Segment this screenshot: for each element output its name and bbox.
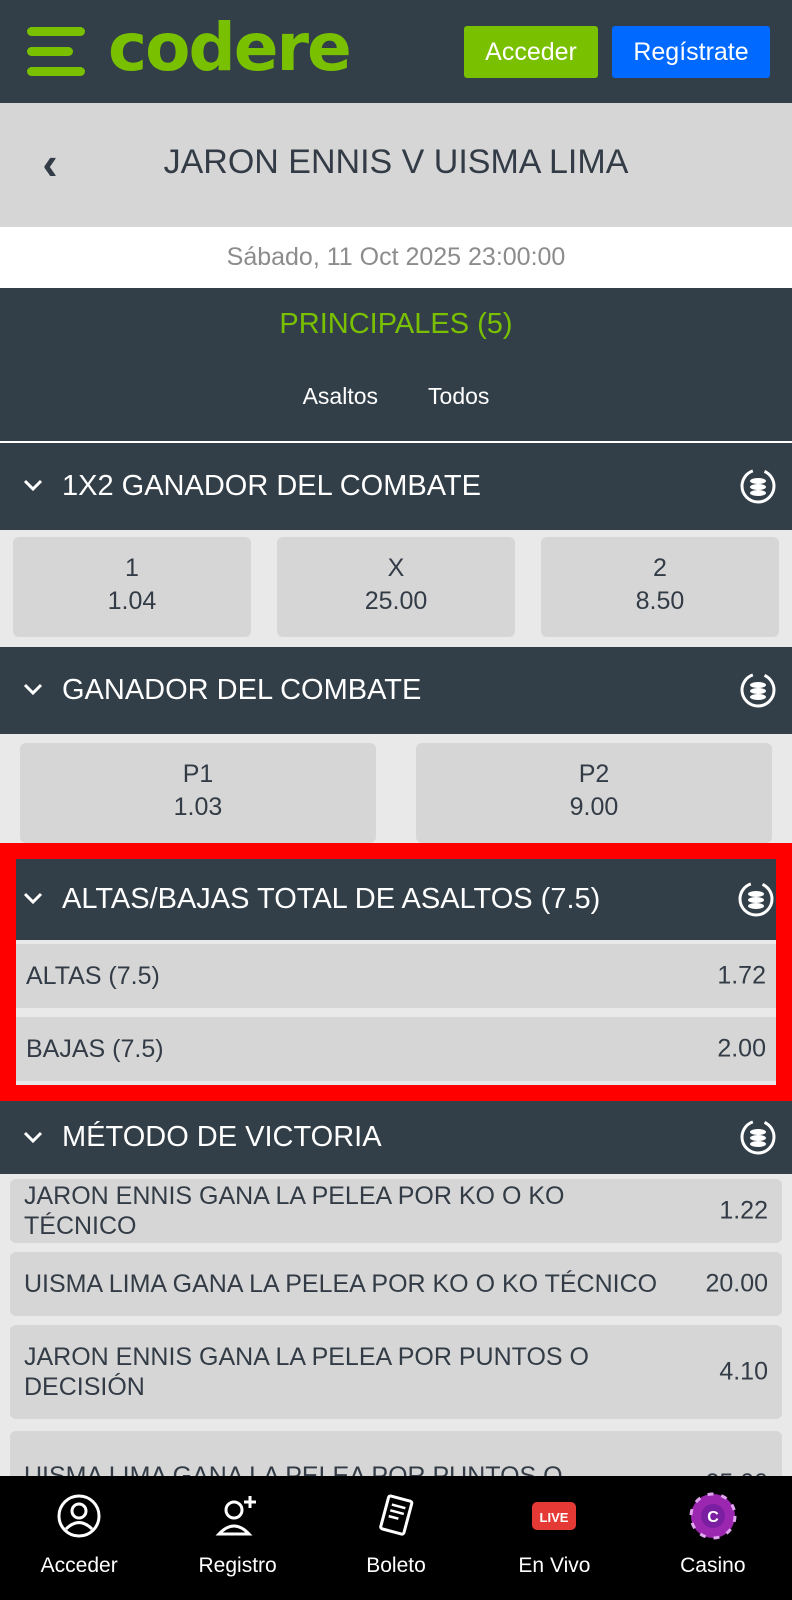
nav-acceder[interactable]: Acceder [0, 1476, 158, 1600]
market-title: MÉTODO DE VICTORIA [62, 1121, 382, 1153]
odds-row-bajas[interactable]: BAJAS (7.5) 2.00 [16, 1017, 776, 1081]
user-icon [57, 1494, 101, 1538]
cashout-icon[interactable] [736, 879, 776, 919]
odds-button-p1[interactable]: P1 1.03 [20, 743, 376, 843]
casino-chip-icon: C [689, 1492, 737, 1540]
odds-button-1[interactable]: 1 1.04 [13, 537, 251, 637]
nav-label: En Vivo [518, 1554, 591, 1577]
chevron-down-icon [23, 479, 43, 492]
top-bar: codere Acceder Regístrate [0, 0, 792, 103]
codere-logo[interactable]: codere [108, 8, 352, 88]
cashout-icon[interactable] [738, 670, 778, 710]
odds-label: 1 [125, 554, 139, 582]
nav-label: Boleto [366, 1554, 426, 1577]
odds-row-method-2[interactable]: UISMA LIMA GANA LA PELEA POR KO O KO TÉC… [10, 1252, 782, 1316]
market-header-altas-bajas[interactable]: ALTAS/BAJAS TOTAL DE ASALTOS (7.5) [16, 858, 776, 940]
event-header: ‹ JARON ENNIS V UISMA LIMA [0, 103, 792, 227]
category-nav: PRINCIPALES (5) Asaltos Todos [0, 288, 792, 441]
odds-label: JARON ENNIS GANA LA PELEA POR KO O KO TÉ… [24, 1182, 565, 1240]
odds-value: 4.10 [719, 1357, 768, 1386]
odds-value: 8.50 [635, 587, 685, 615]
nav-en-vivo[interactable]: LIVE En Vivo [475, 1476, 633, 1600]
odds-value: 1.72 [717, 961, 766, 990]
market-title: 1X2 GANADOR DEL COMBATE [62, 470, 481, 502]
nav-casino[interactable]: C Casino [634, 1476, 792, 1600]
odds-label: P2 [578, 760, 610, 788]
odds-value: 1.03 [173, 793, 223, 821]
odds-label: X [387, 554, 405, 582]
odds-label: JARON ENNIS GANA LA PELEA POR PUNTOS O D… [24, 1343, 589, 1401]
odds-label: UISMA LIMA GANA LA PELEA POR KO O KO TÉC… [24, 1270, 658, 1298]
market-header-ganador[interactable]: GANADOR DEL COMBATE [0, 647, 792, 734]
register-button[interactable]: Regístrate [612, 26, 770, 78]
market-title: GANADOR DEL COMBATE [62, 674, 422, 706]
ticket-icon [379, 1494, 414, 1536]
nav-label: Acceder [40, 1554, 118, 1577]
odds-value: 2.00 [717, 1034, 766, 1063]
odds-row-altas[interactable]: ALTAS (7.5) 1.72 [16, 944, 776, 1008]
live-icon: LIVE [532, 1502, 577, 1530]
subtab-asaltos[interactable]: Asaltos [303, 383, 378, 410]
odds-label: P1 [182, 760, 214, 788]
odds-value: 1.22 [719, 1196, 768, 1225]
chevron-down-icon [23, 1131, 43, 1144]
nav-label: Casino [680, 1554, 746, 1577]
odds-button-2[interactable]: 2 8.50 [541, 537, 779, 637]
odds-label: ALTAS (7.5) [26, 962, 160, 990]
login-button[interactable]: Acceder [464, 26, 598, 78]
odds-row-method-3[interactable]: JARON ENNIS GANA LA PELEA POR PUNTOS O D… [10, 1325, 782, 1419]
odds-label: BAJAS (7.5) [26, 1035, 164, 1063]
nav-label: Registro [198, 1554, 277, 1577]
market-header-metodo[interactable]: MÉTODO DE VICTORIA [0, 1101, 792, 1174]
category-tab-principales[interactable]: PRINCIPALES (5) [0, 308, 792, 341]
market-title: ALTAS/BAJAS TOTAL DE ASALTOS (7.5) [62, 883, 601, 915]
chevron-down-icon [23, 683, 43, 696]
nav-boleto[interactable]: Boleto [317, 1476, 475, 1600]
event-date: Sábado, 11 Oct 2025 23:00:00 [0, 227, 792, 288]
odds-row-method-1[interactable]: JARON ENNIS GANA LA PELEA POR KO O KO TÉ… [10, 1179, 782, 1243]
subtab-todos[interactable]: Todos [428, 383, 489, 410]
odds-value: 25.00 [364, 587, 428, 615]
odds-button-x[interactable]: X 25.00 [277, 537, 515, 637]
user-add-icon [215, 1496, 256, 1536]
svg-text:C: C [707, 1509, 719, 1526]
svg-text:LIVE: LIVE [540, 1510, 569, 1525]
event-title: JARON ENNIS V UISMA LIMA [163, 143, 629, 181]
odds-value: 20.00 [705, 1269, 768, 1298]
nav-registro[interactable]: Registro [158, 1476, 316, 1600]
chevron-down-icon [23, 892, 43, 905]
odds-value: 9.00 [569, 793, 619, 821]
odds-label: 2 [653, 554, 667, 582]
odds-value: 1.04 [107, 587, 157, 615]
cashout-icon[interactable] [738, 1117, 778, 1157]
subtabs: Asaltos Todos [0, 383, 792, 410]
back-arrow-icon[interactable]: ‹ [30, 133, 70, 193]
cashout-icon[interactable] [738, 466, 778, 506]
odds-button-p2[interactable]: P2 9.00 [416, 743, 772, 843]
market-header-1x2[interactable]: 1X2 GANADOR DEL COMBATE [0, 443, 792, 530]
menu-icon[interactable] [27, 27, 85, 77]
bottom-nav: Acceder Registro Boleto LIVE En Vivo C C… [0, 1476, 792, 1600]
